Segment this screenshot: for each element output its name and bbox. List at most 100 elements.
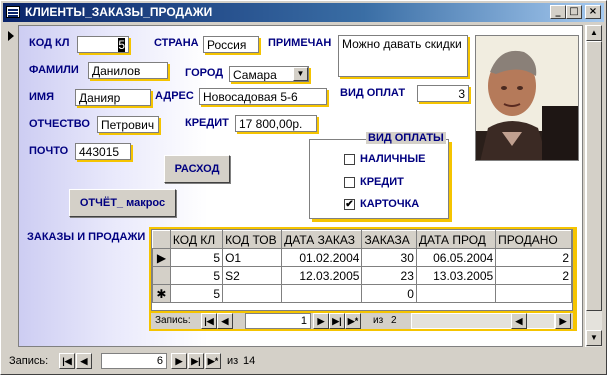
table-cell[interactable]: S2: [222, 266, 283, 285]
table-cell[interactable]: 0: [361, 284, 417, 303]
first-record-icon[interactable]: |◀: [201, 313, 217, 329]
table-cell[interactable]: 01.02.2004: [281, 248, 363, 267]
familiya-field[interactable]: Данилов: [88, 62, 168, 79]
title-bar[interactable]: КЛИЕНТЫ_ЗАКАЗЫ_ПРОДАЖИ _ □ ×: [3, 3, 604, 22]
subform-record-label: Запись:: [155, 315, 191, 326]
option-nalichnye-label: НАЛИЧНЫЕ: [360, 153, 426, 165]
scroll-thumb[interactable]: [586, 41, 602, 311]
orders-datasheet[interactable]: КОД КЛ КОД ТОВ ДАТА ЗАКАЗ ЗАКАЗА ДАТА ПР…: [151, 229, 573, 311]
access-form-window: КЛИЕНТЫ_ЗАКАЗЫ_ПРОДАЖИ _ □ × КОД КЛ ФАМИ…: [0, 0, 607, 375]
subform-of-label: из: [373, 315, 384, 326]
record-selector[interactable]: [5, 25, 19, 347]
label-primechanie: ПРИМЕЧАН: [268, 37, 332, 49]
new-record-row[interactable]: ✱ 5 0: [152, 284, 572, 303]
window-title: КЛИЕНТЫ_ЗАКАЗЫ_ПРОДАЖИ: [25, 5, 213, 19]
table-cell[interactable]: [495, 284, 572, 303]
table-cell[interactable]: 30: [361, 248, 417, 267]
next-record-icon[interactable]: ▶: [313, 313, 329, 329]
option-kredit-label: КРЕДИТ: [360, 176, 404, 188]
scroll-right-icon[interactable]: ▶: [555, 313, 571, 329]
table-cell[interactable]: 5: [169, 248, 224, 267]
kod-field[interactable]: 5: [77, 36, 129, 53]
option-kartochka[interactable]: ✔ КАРТОЧКА: [344, 198, 420, 210]
option-nalichnye[interactable]: НАЛИЧНЫЕ: [344, 153, 426, 165]
orders-subform: КОД КЛ КОД ТОВ ДАТА ЗАКАЗ ЗАКАЗА ДАТА ПР…: [149, 227, 577, 331]
of-label: из: [227, 355, 239, 367]
corner-cell[interactable]: [152, 230, 171, 249]
vertical-scrollbar[interactable]: ▲ ▼: [585, 25, 602, 347]
checkbox-kredit[interactable]: [344, 177, 355, 188]
adres-field[interactable]: Новосадовая 5-6: [199, 88, 327, 105]
table-cell[interactable]: [281, 284, 363, 303]
label-imya: ИМЯ: [29, 91, 54, 103]
label-pochta: ПОЧТО: [29, 145, 69, 157]
maximize-button[interactable]: □: [566, 5, 582, 19]
rashod-button[interactable]: РАСХОД: [164, 155, 230, 183]
next-record-icon[interactable]: ▶: [171, 353, 187, 369]
new-record-icon[interactable]: ▶*: [205, 353, 221, 369]
gorod-combo[interactable]: Самара ▼: [229, 66, 309, 82]
prev-record-icon[interactable]: ◀: [217, 313, 233, 329]
option-kartochka-label: КАРТОЧКА: [360, 198, 420, 210]
scroll-down-icon[interactable]: ▼: [586, 330, 602, 346]
table-cell[interactable]: 23: [361, 266, 417, 285]
table-cell[interactable]: 2: [495, 266, 572, 285]
dropdown-arrow-icon[interactable]: ▼: [293, 67, 308, 81]
pochta-field[interactable]: 443015: [75, 143, 131, 160]
label-familiya: ФАМИЛИ: [29, 64, 79, 76]
table-cell[interactable]: 5: [169, 284, 224, 303]
label-otchestvo: ОТЧЕСТВО: [29, 118, 90, 130]
table-cell[interactable]: 2: [495, 248, 572, 267]
minimize-button[interactable]: _: [550, 5, 566, 19]
close-button[interactable]: ×: [585, 5, 601, 19]
primechanie-field[interactable]: Можно давать скидки: [338, 35, 468, 77]
kod-value: 5: [118, 38, 125, 52]
last-record-icon[interactable]: ▶|: [329, 313, 345, 329]
vid-oplat-field[interactable]: 3: [417, 85, 469, 102]
column-header[interactable]: ДАТА ПРОД: [415, 230, 497, 249]
table-cell[interactable]: O1: [222, 248, 283, 267]
table-cell[interactable]: 5: [169, 266, 224, 285]
checkbox-nalichnye[interactable]: [344, 154, 355, 165]
table-cell[interactable]: [222, 284, 283, 303]
column-header[interactable]: КОД КЛ: [169, 230, 224, 249]
new-record-icon[interactable]: ▶*: [345, 313, 361, 329]
form-icon: [6, 6, 20, 18]
record-total: 14: [243, 355, 256, 367]
kredit-field[interactable]: 17 800,00р.: [235, 115, 317, 132]
table-cell[interactable]: [415, 284, 497, 303]
subform-total: 2: [391, 315, 397, 326]
scroll-left-icon[interactable]: ◀: [511, 313, 527, 329]
gorod-value: Самара: [233, 68, 277, 82]
option-kredit[interactable]: КРЕДИТ: [344, 176, 404, 188]
column-header[interactable]: ЗАКАЗА: [361, 230, 417, 249]
record-number-field[interactable]: 6: [101, 353, 167, 369]
checkbox-kartochka[interactable]: ✔: [344, 199, 355, 210]
table-row[interactable]: 5 S2 12.03.2005 23 13.03.2005 2: [152, 266, 572, 285]
column-header[interactable]: ПРОДАНО: [495, 230, 572, 249]
last-record-icon[interactable]: ▶|: [188, 353, 204, 369]
subform-record-number[interactable]: 1: [245, 313, 311, 329]
first-record-icon[interactable]: |◀: [59, 353, 75, 369]
new-record-star-icon[interactable]: ✱: [152, 284, 171, 303]
prev-record-icon[interactable]: ◀: [76, 353, 92, 369]
imya-field[interactable]: Данияр: [75, 89, 151, 106]
scroll-up-icon[interactable]: ▲: [586, 25, 602, 41]
otchet-makros-button[interactable]: ОТЧЁТ_ макрос: [69, 189, 176, 217]
client-photo: [475, 35, 579, 161]
strana-field[interactable]: Россия: [203, 36, 259, 53]
label-gorod: ГОРОД: [185, 67, 224, 79]
table-cell[interactable]: 13.03.2005: [415, 266, 497, 285]
table-cell[interactable]: 06.05.2004: [415, 248, 497, 267]
current-row-arrow-icon[interactable]: ▶: [152, 248, 171, 267]
current-record-arrow-icon: [8, 31, 14, 41]
row-selector[interactable]: [152, 266, 171, 285]
horizontal-scrollbar[interactable]: [411, 313, 555, 329]
column-header[interactable]: ДАТА ЗАКАЗ: [281, 230, 363, 249]
column-header[interactable]: КОД ТОВ: [222, 230, 283, 249]
otchestvo-field[interactable]: Петрович: [97, 116, 159, 133]
payment-group-title: ВИД ОПЛАТЫ: [366, 132, 446, 144]
table-row[interactable]: ▶ 5 O1 01.02.2004 30 06.05.2004 2: [152, 248, 572, 267]
label-strana: СТРАНА: [154, 37, 199, 49]
table-cell[interactable]: 12.03.2005: [281, 266, 363, 285]
